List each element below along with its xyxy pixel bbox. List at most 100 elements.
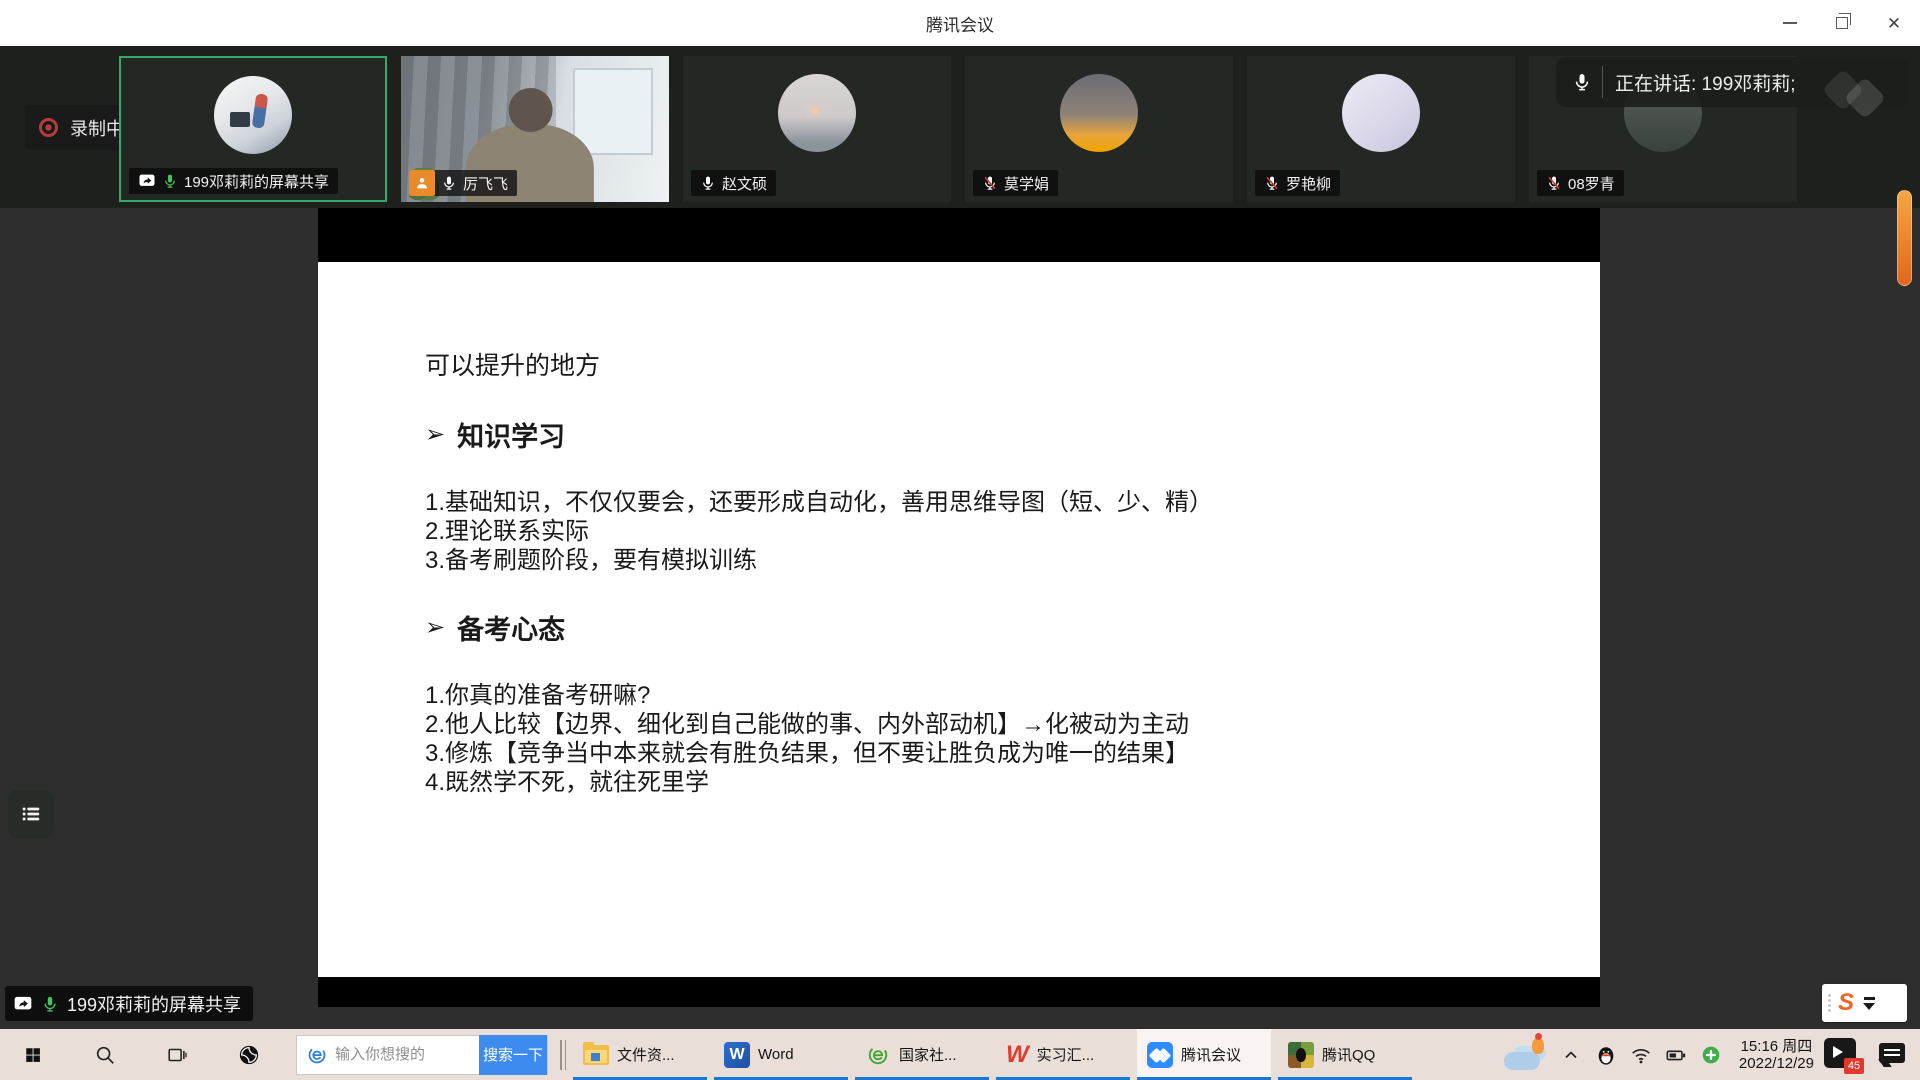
participant-name: 莫学娟 (1004, 173, 1049, 194)
ime-menu-controls[interactable] (1863, 997, 1875, 1010)
slide-list: 1.你真的准备考研嘛? 2.他人比较【边界、细化到自己能做的事、内外部动机】→化… (425, 681, 1540, 797)
minimize-button[interactable] (1764, 0, 1816, 46)
chevron-up-icon (1561, 1045, 1581, 1065)
screen-share-banner: 199邓莉莉的屏幕共享 (5, 986, 253, 1021)
tencent-meeting-icon (1147, 1042, 1173, 1068)
app-label: Word (758, 1046, 794, 1063)
member-badge (409, 170, 435, 196)
search-input[interactable] (335, 1046, 479, 1063)
pinwheel-icon (238, 1044, 260, 1066)
slide-list-item: 1.你真的准备考研嘛? (425, 681, 1540, 710)
record-icon (39, 118, 58, 137)
search-go-button[interactable]: 搜索一下 (479, 1035, 547, 1075)
media-player-tray-icon[interactable]: 45 (1824, 1038, 1860, 1072)
titlebar: 腾讯会议 ✕ (0, 0, 1920, 46)
participant-name: 08罗青 (1568, 173, 1615, 194)
taskbar-app-wps[interactable]: W 实习汇... (996, 1029, 1130, 1080)
clock-date: 2022/12/29 (1739, 1055, 1814, 1072)
taskbar-app-file-explorer[interactable]: 文件资... (573, 1029, 707, 1080)
participant-tile-luoyanliu[interactable]: 罗艳柳 (1247, 56, 1515, 202)
taskbar-app-word[interactable]: W Word (714, 1029, 848, 1080)
mic-icon (1572, 72, 1592, 92)
task-view-icon (166, 1044, 188, 1066)
participant-label: 莫学娟 (973, 170, 1058, 196)
participant-tile-lifeifei[interactable]: 厉飞飞 (401, 56, 669, 202)
task-view-button[interactable] (154, 1029, 200, 1080)
screen-share-icon (138, 172, 156, 190)
avatar (1060, 74, 1138, 152)
heading-text: 知识学习 (457, 415, 565, 454)
participant-label: 厉飞飞 (409, 170, 517, 196)
participant-name: 199邓莉莉的屏幕共享 (184, 171, 329, 192)
participant-name: 罗艳柳 (1286, 173, 1331, 194)
taskbar-search-button[interactable] (82, 1029, 128, 1080)
slide-section-heading: ➢ 备考心态 (425, 608, 1540, 647)
participant-label: 罗艳柳 (1255, 170, 1340, 196)
slide-list-item: 2.他人比较【边界、细化到自己能做的事、内外部动机】→化被动为主动 (425, 710, 1540, 739)
scrollbar-thumb[interactable] (1897, 190, 1912, 286)
wps-icon: W (1006, 1043, 1029, 1067)
notification-count-badge: 45 (1844, 1058, 1864, 1074)
window-title: 腾讯会议 (926, 11, 994, 36)
taskbar-right-group: 15:16 周四 2022/12/29 45 (1504, 1029, 1920, 1080)
arrow-bullet-icon: ➢ (425, 420, 445, 449)
folder-icon (583, 1042, 609, 1068)
participant-tile-zhaowenshuo[interactable]: 赵文硕 (683, 56, 951, 202)
battery-icon[interactable] (1663, 1042, 1689, 1068)
app-label: 腾讯QQ (1322, 1044, 1375, 1065)
slide-list-item: 2.理论联系实际 (425, 517, 1540, 546)
share-banner-label: 199邓莉莉的屏幕共享 (67, 991, 241, 1017)
minimize-icon (1783, 22, 1797, 24)
restore-button[interactable] (1816, 0, 1868, 46)
green-e-browser-icon (865, 1042, 891, 1068)
avatar (778, 74, 856, 152)
slide-title: 可以提升的地方 (425, 346, 1540, 382)
security-shield-icon[interactable] (1698, 1042, 1724, 1068)
close-icon: ✕ (1887, 15, 1901, 32)
avatar (214, 76, 292, 154)
app-label: 腾讯会议 (1181, 1044, 1241, 1065)
pinwheel-app-button[interactable] (226, 1029, 272, 1080)
sogou-logo-icon: S (1838, 991, 1854, 1015)
window-decor (573, 68, 653, 156)
word-icon: W (724, 1042, 750, 1068)
taskbar-app-tencent-meeting[interactable]: 腾讯会议 (1137, 1029, 1271, 1080)
input-method-bar[interactable]: S (1822, 984, 1907, 1022)
mic-muted-icon (1264, 175, 1280, 191)
main-area: 可以提升的地方 ➢ 知识学习 1.基础知识，不仅仅要会，还要形成自动化，善用思维… (0, 208, 1920, 1029)
slide-content: 可以提升的地方 ➢ 知识学习 1.基础知识，不仅仅要会，还要形成自动化，善用思维… (318, 262, 1600, 797)
taskbar-app-qq[interactable]: 腾讯QQ (1278, 1029, 1412, 1080)
taskbar-search-box[interactable]: 搜索一下 (296, 1035, 548, 1075)
wifi-icon[interactable] (1628, 1042, 1654, 1068)
participant-label: 199邓莉莉的屏幕共享 (129, 168, 338, 194)
tray-qq-penguin-icon[interactable] (1593, 1042, 1619, 1068)
qq-icon (1288, 1042, 1314, 1068)
taskbar-clock[interactable]: 15:16 周四 2022/12/29 (1739, 1038, 1814, 1072)
ie-browser-icon (307, 1045, 327, 1065)
ime-dropdown-icon (1863, 1003, 1875, 1010)
weather-icon[interactable] (1504, 1038, 1548, 1072)
slide-list-item: 4.既然学不死，就往死里学 (425, 768, 1540, 797)
person-icon (414, 175, 430, 191)
close-button[interactable]: ✕ (1868, 0, 1920, 46)
heading-text: 备考心态 (457, 608, 565, 647)
mic-on-icon (162, 173, 178, 189)
slide-list-item: 3.备考刷题阶段，要有模拟训练 (425, 546, 1540, 575)
ime-minimize-icon (1864, 997, 1875, 1000)
participant-name: 厉飞飞 (463, 173, 508, 194)
arrow-bullet-icon: ➢ (425, 613, 445, 642)
start-button[interactable] (10, 1029, 56, 1080)
participant-tile-moxuejuan[interactable]: 莫学娟 (965, 56, 1233, 202)
action-center-icon[interactable] (1878, 1042, 1906, 1068)
taskbar-app-browser[interactable]: 国家社... (855, 1029, 989, 1080)
slide-list-item: 3.修炼【竞争当中本来就会有胜负结果，但不要让胜负成为唯一的结果】 (425, 739, 1540, 768)
grip-dots-icon (1828, 994, 1831, 1012)
participant-tile-dengLili[interactable]: 199邓莉莉的屏幕共享 (119, 56, 387, 202)
windows-logo-icon (24, 1046, 42, 1064)
mic-on-icon (700, 175, 716, 191)
slide-list: 1.基础知识，不仅仅要会，还要形成自动化，善用思维导图（短、少、精） 2.理论联… (425, 488, 1540, 575)
slide-list-item: 1.基础知识，不仅仅要会，还要形成自动化，善用思维导图（短、少、精） (425, 488, 1540, 517)
sidebar-toggle-button[interactable] (8, 790, 54, 838)
tray-expand-button[interactable] (1558, 1042, 1584, 1068)
meeting-watermark-icon (1828, 75, 1898, 121)
